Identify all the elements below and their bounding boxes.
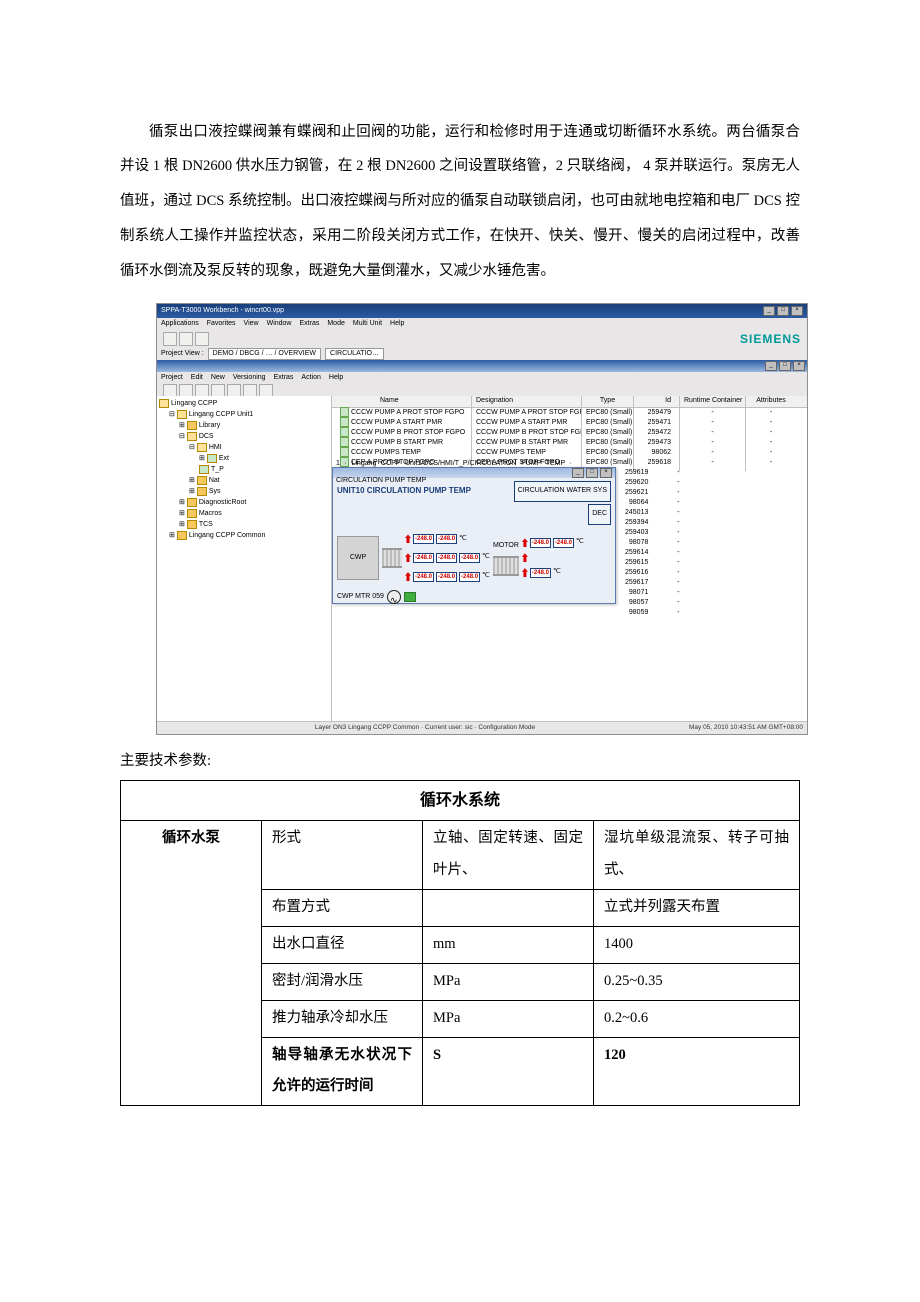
main-menubar: Applications Favorites View Window Extra… xyxy=(157,318,807,330)
cwp-block: CWP xyxy=(337,536,379,580)
diagram-popup[interactable]: 1 · Lingang CCPP Unit1/DCS/HMI/T_P/CIRCU… xyxy=(332,467,616,604)
folder-icon xyxy=(177,531,187,540)
cwp-mtr-label: CWP MTR 059 xyxy=(337,589,384,606)
menu-extras2[interactable]: Extras xyxy=(274,370,294,387)
close-icon[interactable]: × xyxy=(791,306,803,316)
arrow-icon xyxy=(405,534,411,543)
inner-menubar: Project Edit New Versioning Extras Actio… xyxy=(157,372,807,384)
toolbar-icon[interactable] xyxy=(179,332,193,346)
minimize-icon[interactable]: _ xyxy=(572,468,584,478)
btn-circulation-water-sys[interactable]: CIRCULATION WATER SYS xyxy=(514,481,611,502)
arrow-icon xyxy=(405,553,411,562)
project-label: Project View : xyxy=(161,346,204,363)
folder-icon xyxy=(187,421,197,430)
section-label: 主要技术参数: xyxy=(120,747,800,776)
motor-block xyxy=(493,556,519,576)
project-tree[interactable]: Lingang CCPP ⊟ Lingang CCPP Unit1 ⊞ Libr… xyxy=(157,396,332,722)
project-path[interactable]: DEMO / DBCG / … / OVERVIEW xyxy=(208,348,321,360)
menu-extras[interactable]: Extras xyxy=(300,316,320,333)
toolbar-icon[interactable] xyxy=(195,332,209,346)
project-bar: Project View : DEMO / DBCG / … / OVERVIE… xyxy=(157,348,807,360)
siemens-logo: SIEMENS xyxy=(740,325,801,354)
menu-mode[interactable]: Mode xyxy=(327,316,345,333)
menu-window[interactable]: Window xyxy=(267,316,292,333)
close-icon[interactable]: × xyxy=(793,361,805,371)
item-list: Name Designation Type Id Runtime Contain… xyxy=(332,396,807,722)
menu-help2[interactable]: Help xyxy=(329,370,343,387)
menu-view[interactable]: View xyxy=(244,316,259,333)
menu-applications[interactable]: Applications xyxy=(161,316,199,333)
folder-icon xyxy=(207,454,217,463)
toolbar-icon[interactable] xyxy=(163,332,177,346)
spec-table: 循环水系统循环水泵形式立轴、固定转速、固定叶片、湿坑单级混流泵、转子可抽式、布置… xyxy=(120,780,800,1106)
popup-heading: UNIT10 CIRCULATION PUMP TEMP xyxy=(337,481,471,500)
minimize-icon[interactable]: _ xyxy=(763,306,775,316)
btn-dec[interactable]: DEC xyxy=(588,504,611,525)
maximize-icon[interactable]: □ xyxy=(586,468,598,478)
folder-icon xyxy=(197,443,207,452)
status-bar: Layer ON3 Lingang CCPP Common · Current … xyxy=(157,721,807,734)
menu-favorites[interactable]: Favorites xyxy=(207,316,236,333)
arrow-icon xyxy=(405,572,411,581)
motor-label: MOTOR xyxy=(493,538,519,555)
status-right: May 05, 2010 10:43:51 AM GMT+08:00 xyxy=(689,720,803,735)
folder-icon xyxy=(159,399,169,408)
main-toolbar xyxy=(163,332,209,346)
folder-icon xyxy=(187,498,197,507)
maximize-icon[interactable]: □ xyxy=(777,306,789,316)
id-column-continuation: 259619-259620-259621-98064-245013-259394… xyxy=(625,468,708,618)
close-icon[interactable]: × xyxy=(600,468,612,478)
oscilloscope-icon[interactable] xyxy=(387,590,401,604)
embedded-screenshot: SPPA-T3000 Workbench - wincrt00.vpp _ □ … xyxy=(156,303,800,735)
status-left: Layer ON3 Lingang CCPP Common · Current … xyxy=(315,720,535,735)
folder-icon xyxy=(197,476,207,485)
body-paragraph: 循泵出口液控蝶阀兼有蝶阀和止回阀的功能，运行和检修时用于连通或切断循环水系统。两… xyxy=(120,115,800,289)
project-crumb[interactable]: CIRCULATIO… xyxy=(325,348,384,360)
folder-icon xyxy=(197,487,207,496)
folder-icon xyxy=(187,432,197,441)
menu-action[interactable]: Action xyxy=(301,370,320,387)
folder-icon xyxy=(187,520,197,529)
folder-icon xyxy=(177,410,187,419)
arrow-icon xyxy=(522,538,528,547)
folder-icon xyxy=(199,465,209,474)
folder-icon xyxy=(187,509,197,518)
arrow-icon xyxy=(522,553,528,562)
menu-multiunit[interactable]: Multi Unit xyxy=(353,316,382,333)
table-row: 循环水泵形式立轴、固定转速、固定叶片、湿坑单级混流泵、转子可抽式、 xyxy=(121,821,800,890)
coupling-icon xyxy=(382,548,402,568)
row-group-head: 循环水泵 xyxy=(121,821,262,1106)
maximize-icon[interactable]: □ xyxy=(779,361,791,371)
arrow-icon xyxy=(522,568,528,577)
minimize-icon[interactable]: _ xyxy=(765,361,777,371)
status-indicator xyxy=(404,592,416,602)
table-title: 循环水系统 xyxy=(121,780,800,820)
menu-help[interactable]: Help xyxy=(390,316,404,333)
